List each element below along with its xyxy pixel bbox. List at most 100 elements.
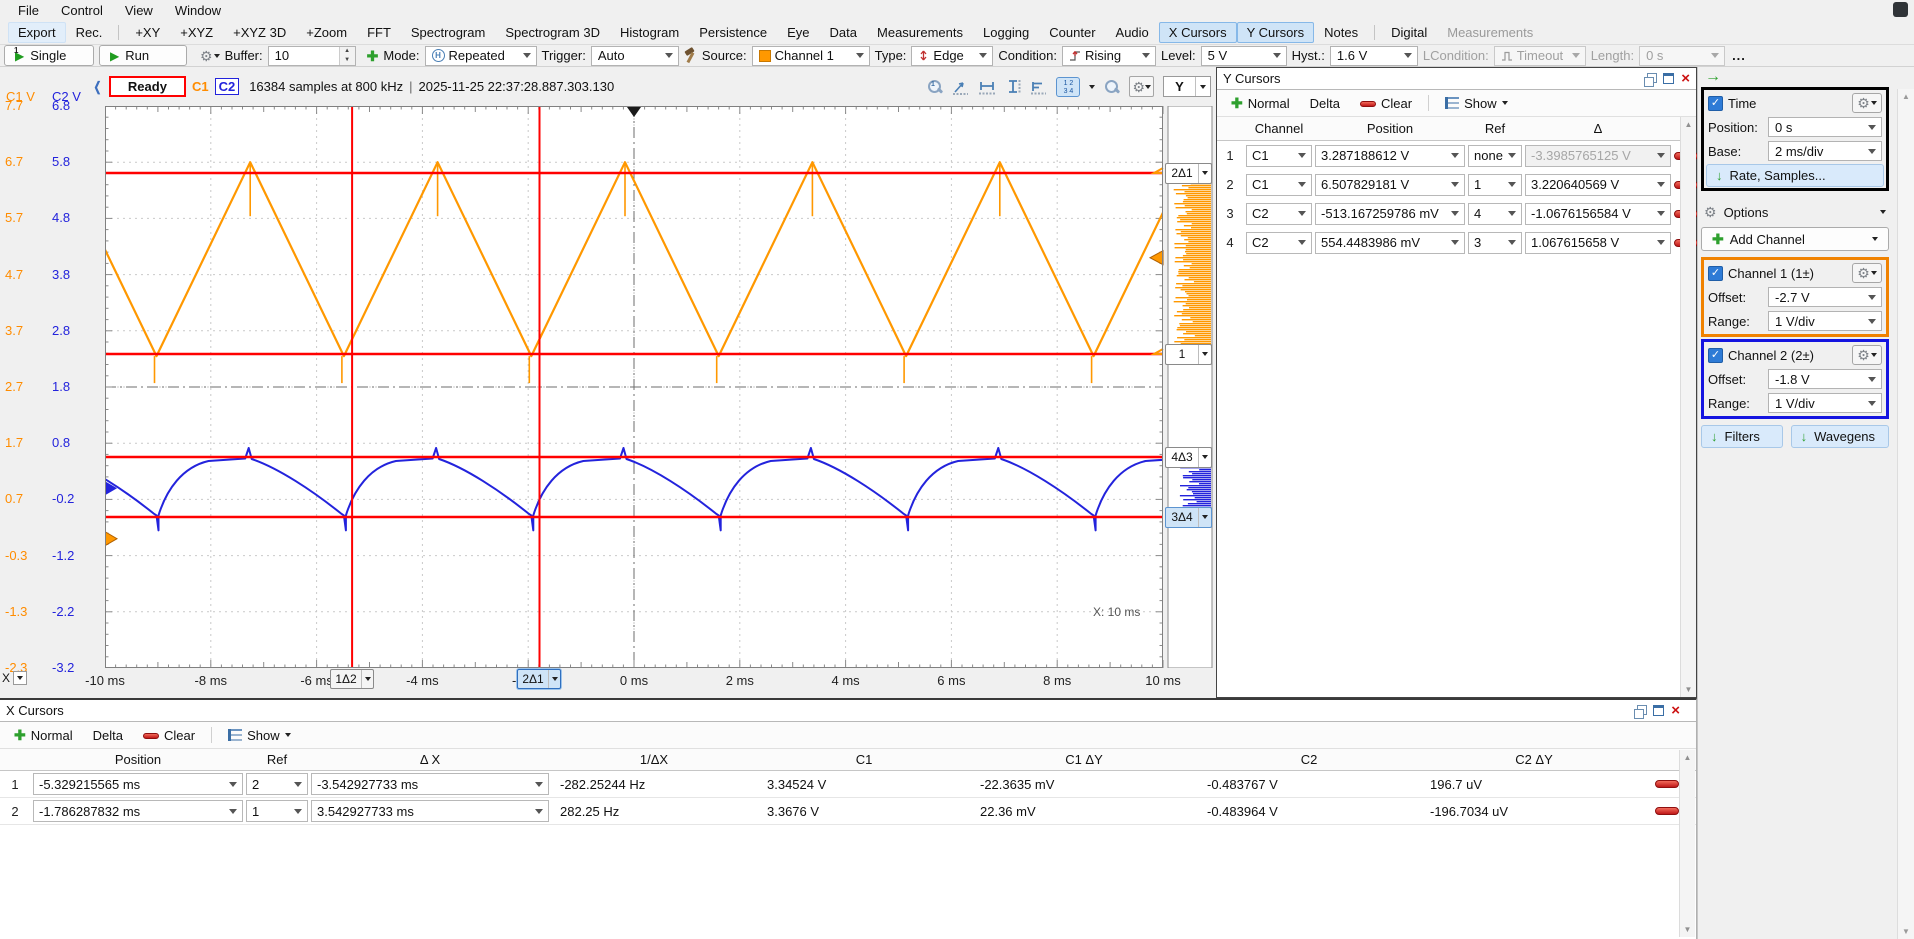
tab-measurements[interactable]: Measurements	[867, 22, 973, 43]
channel1-chip[interactable]: C1	[192, 79, 209, 94]
channel1-enable-checkbox[interactable]: ✓	[1708, 266, 1723, 281]
tab-data[interactable]: Data	[820, 22, 867, 43]
zoom-options-icon[interactable]	[1104, 79, 1120, 95]
add-delta-cursor-button[interactable]: Delta	[1302, 94, 1348, 113]
cursor-position-select[interactable]: 6.507829181 V	[1315, 174, 1465, 196]
cursor-ref-select[interactable]: 3	[1468, 232, 1522, 254]
y-cursor-flag[interactable]: 4Δ3	[1165, 447, 1212, 468]
single-button[interactable]: ▶1 Single	[4, 45, 94, 66]
cursor-ref-select[interactable]: 2	[246, 773, 308, 795]
trigger-select[interactable]: Auto	[591, 46, 679, 66]
tab-notes[interactable]: Notes	[1314, 22, 1368, 43]
fit-horizontal-icon[interactable]	[978, 79, 996, 95]
tab-audio[interactable]: Audio	[1106, 22, 1159, 43]
channel2-enable-checkbox[interactable]: ✓	[1708, 348, 1723, 363]
layout-caret-icon[interactable]	[1089, 85, 1095, 89]
buffer-stepper[interactable]: 10 ▲▼	[268, 46, 356, 66]
time-options-button[interactable]: ⚙	[1852, 93, 1882, 113]
source-select[interactable]: Channel 1	[752, 46, 870, 66]
fit-selection-icon[interactable]	[1030, 79, 1047, 95]
collapse-left-icon[interactable]: ❮	[94, 79, 102, 95]
scroll-up-icon[interactable]: ▲	[1681, 120, 1696, 129]
tab-counter[interactable]: Counter	[1039, 22, 1105, 43]
fit-cursors-icon[interactable]	[952, 79, 969, 95]
time-base-select[interactable]: 2 ms/div	[1768, 141, 1882, 161]
run-button[interactable]: ▶ Run	[99, 45, 187, 66]
cursor-dx-select[interactable]: 3.542927733 ms	[311, 800, 549, 822]
clear-cursors-button[interactable]: Clear	[135, 726, 203, 745]
menu-control[interactable]: Control	[51, 2, 113, 19]
plot-settings-button[interactable]: ⚙	[1129, 76, 1154, 97]
cursor-delta-select[interactable]: -3.3985765125 V	[1525, 145, 1671, 167]
tab-y-cursors[interactable]: Y Cursors	[1237, 22, 1315, 43]
channel1-range-select[interactable]: 1 V/div	[1768, 311, 1882, 331]
menu-window[interactable]: Window	[165, 2, 231, 19]
clear-cursors-button[interactable]: Clear	[1352, 94, 1420, 113]
y-cursor-flag[interactable]: 2Δ1	[1165, 163, 1212, 184]
cursor-delta-select[interactable]: 1.067615658 V	[1525, 232, 1671, 254]
options-row[interactable]: ⚙ Options	[1701, 201, 1889, 223]
tab-digital[interactable]: Digital	[1381, 22, 1437, 43]
cursor-position-select[interactable]: -513.167259786 mV	[1315, 203, 1465, 225]
sidebar-scrollbar[interactable]: ▲ ▼	[1897, 89, 1914, 939]
cursor-ref-select[interactable]: 1	[246, 800, 308, 822]
channel2-offset-select[interactable]: -1.8 V	[1768, 369, 1882, 389]
trigger-tools-icon[interactable]	[684, 48, 697, 63]
restore-window-icon[interactable]	[1634, 705, 1646, 717]
time-position-select[interactable]: 0 s	[1768, 117, 1882, 137]
time-enable-checkbox[interactable]: ✓	[1708, 96, 1723, 111]
tab-xy[interactable]: +XY	[125, 22, 170, 43]
maximize-window-icon[interactable]	[1653, 705, 1664, 716]
scroll-down-icon[interactable]: ▼	[1681, 685, 1696, 694]
tab-x-cursors[interactable]: X Cursors	[1159, 22, 1237, 43]
tab-zoom[interactable]: +Zoom	[296, 22, 357, 43]
scope-plot[interactable]	[105, 106, 1216, 668]
cursor-channel-select[interactable]: C1	[1246, 174, 1312, 196]
channels-layout-button[interactable]: 1 2 3 4	[1056, 77, 1080, 97]
cursor-position-select[interactable]: -1.786287832 ms	[33, 800, 243, 822]
length-select[interactable]: 0 s	[1639, 46, 1725, 66]
maximize-window-icon[interactable]	[1663, 73, 1674, 84]
x-axis-selector[interactable]: X	[2, 671, 27, 685]
cursor-delta-select[interactable]: -1.0676156584 V	[1525, 203, 1671, 225]
buffer-settings-button[interactable]: ⚙	[200, 49, 220, 63]
add-normal-cursor-button[interactable]: ✚Normal	[1223, 94, 1298, 113]
spin-down-icon[interactable]: ▼	[340, 56, 355, 65]
spin-up-icon[interactable]: ▲	[340, 47, 355, 56]
channel1-options-button[interactable]: ⚙	[1852, 263, 1882, 283]
cursor-position-select[interactable]: -5.329215565 ms	[33, 773, 243, 795]
cursor-position-select[interactable]: 3.287188612 V	[1315, 145, 1465, 167]
condition-select[interactable]: Rising	[1062, 46, 1156, 66]
menu-file[interactable]: File	[8, 2, 49, 19]
x-cursor-flag[interactable]: 1Δ2	[330, 669, 374, 689]
tab-spectrogram-3d[interactable]: Spectrogram 3D	[495, 22, 610, 43]
tab-fft[interactable]: FFT	[357, 22, 401, 43]
lcondition-select[interactable]: Timeout	[1494, 46, 1586, 66]
y-cursor-flag[interactable]: 1	[1165, 344, 1212, 365]
more-options-button[interactable]: ...	[1732, 48, 1746, 63]
tab-xyz[interactable]: +XYZ	[170, 22, 223, 43]
type-select[interactable]: Edge	[911, 46, 993, 66]
x-cursors-title-bar[interactable]: X Cursors ×	[0, 700, 1696, 722]
cursor-ref-select[interactable]: none	[1468, 145, 1522, 167]
add-normal-cursor-button[interactable]: ✚Normal	[6, 726, 81, 745]
y-cursors-scrollbar[interactable]: ▲ ▼	[1680, 117, 1696, 697]
app-tray-icon[interactable]	[1893, 2, 1908, 17]
cursor-ref-select[interactable]: 1	[1468, 174, 1522, 196]
buffer-spin-buttons[interactable]: ▲▼	[339, 47, 355, 65]
show-menu-button[interactable]: Show	[1437, 94, 1516, 113]
add-delta-cursor-button[interactable]: Delta	[85, 726, 131, 745]
scroll-down-icon[interactable]: ▼	[1898, 927, 1914, 936]
cursor-position-select[interactable]: 554.4483986 mV	[1315, 232, 1465, 254]
tab-persistence[interactable]: Persistence	[689, 22, 777, 43]
scroll-up-icon[interactable]: ▲	[1680, 753, 1695, 762]
tab-rec[interactable]: Rec.	[66, 22, 113, 43]
tab-xyz-3d[interactable]: +XYZ 3D	[223, 22, 296, 43]
channel2-chip[interactable]: C2	[215, 78, 240, 95]
remove-cursor-button[interactable]	[1655, 807, 1679, 815]
scroll-down-icon[interactable]: ▼	[1680, 925, 1695, 934]
cursor-delta-select[interactable]: 3.220640569 V	[1525, 174, 1671, 196]
mode-select[interactable]: H Repeated	[425, 46, 537, 66]
x-cursor-flag[interactable]: 2Δ1	[517, 669, 561, 689]
expand-right-icon[interactable]: →	[1705, 68, 1721, 86]
